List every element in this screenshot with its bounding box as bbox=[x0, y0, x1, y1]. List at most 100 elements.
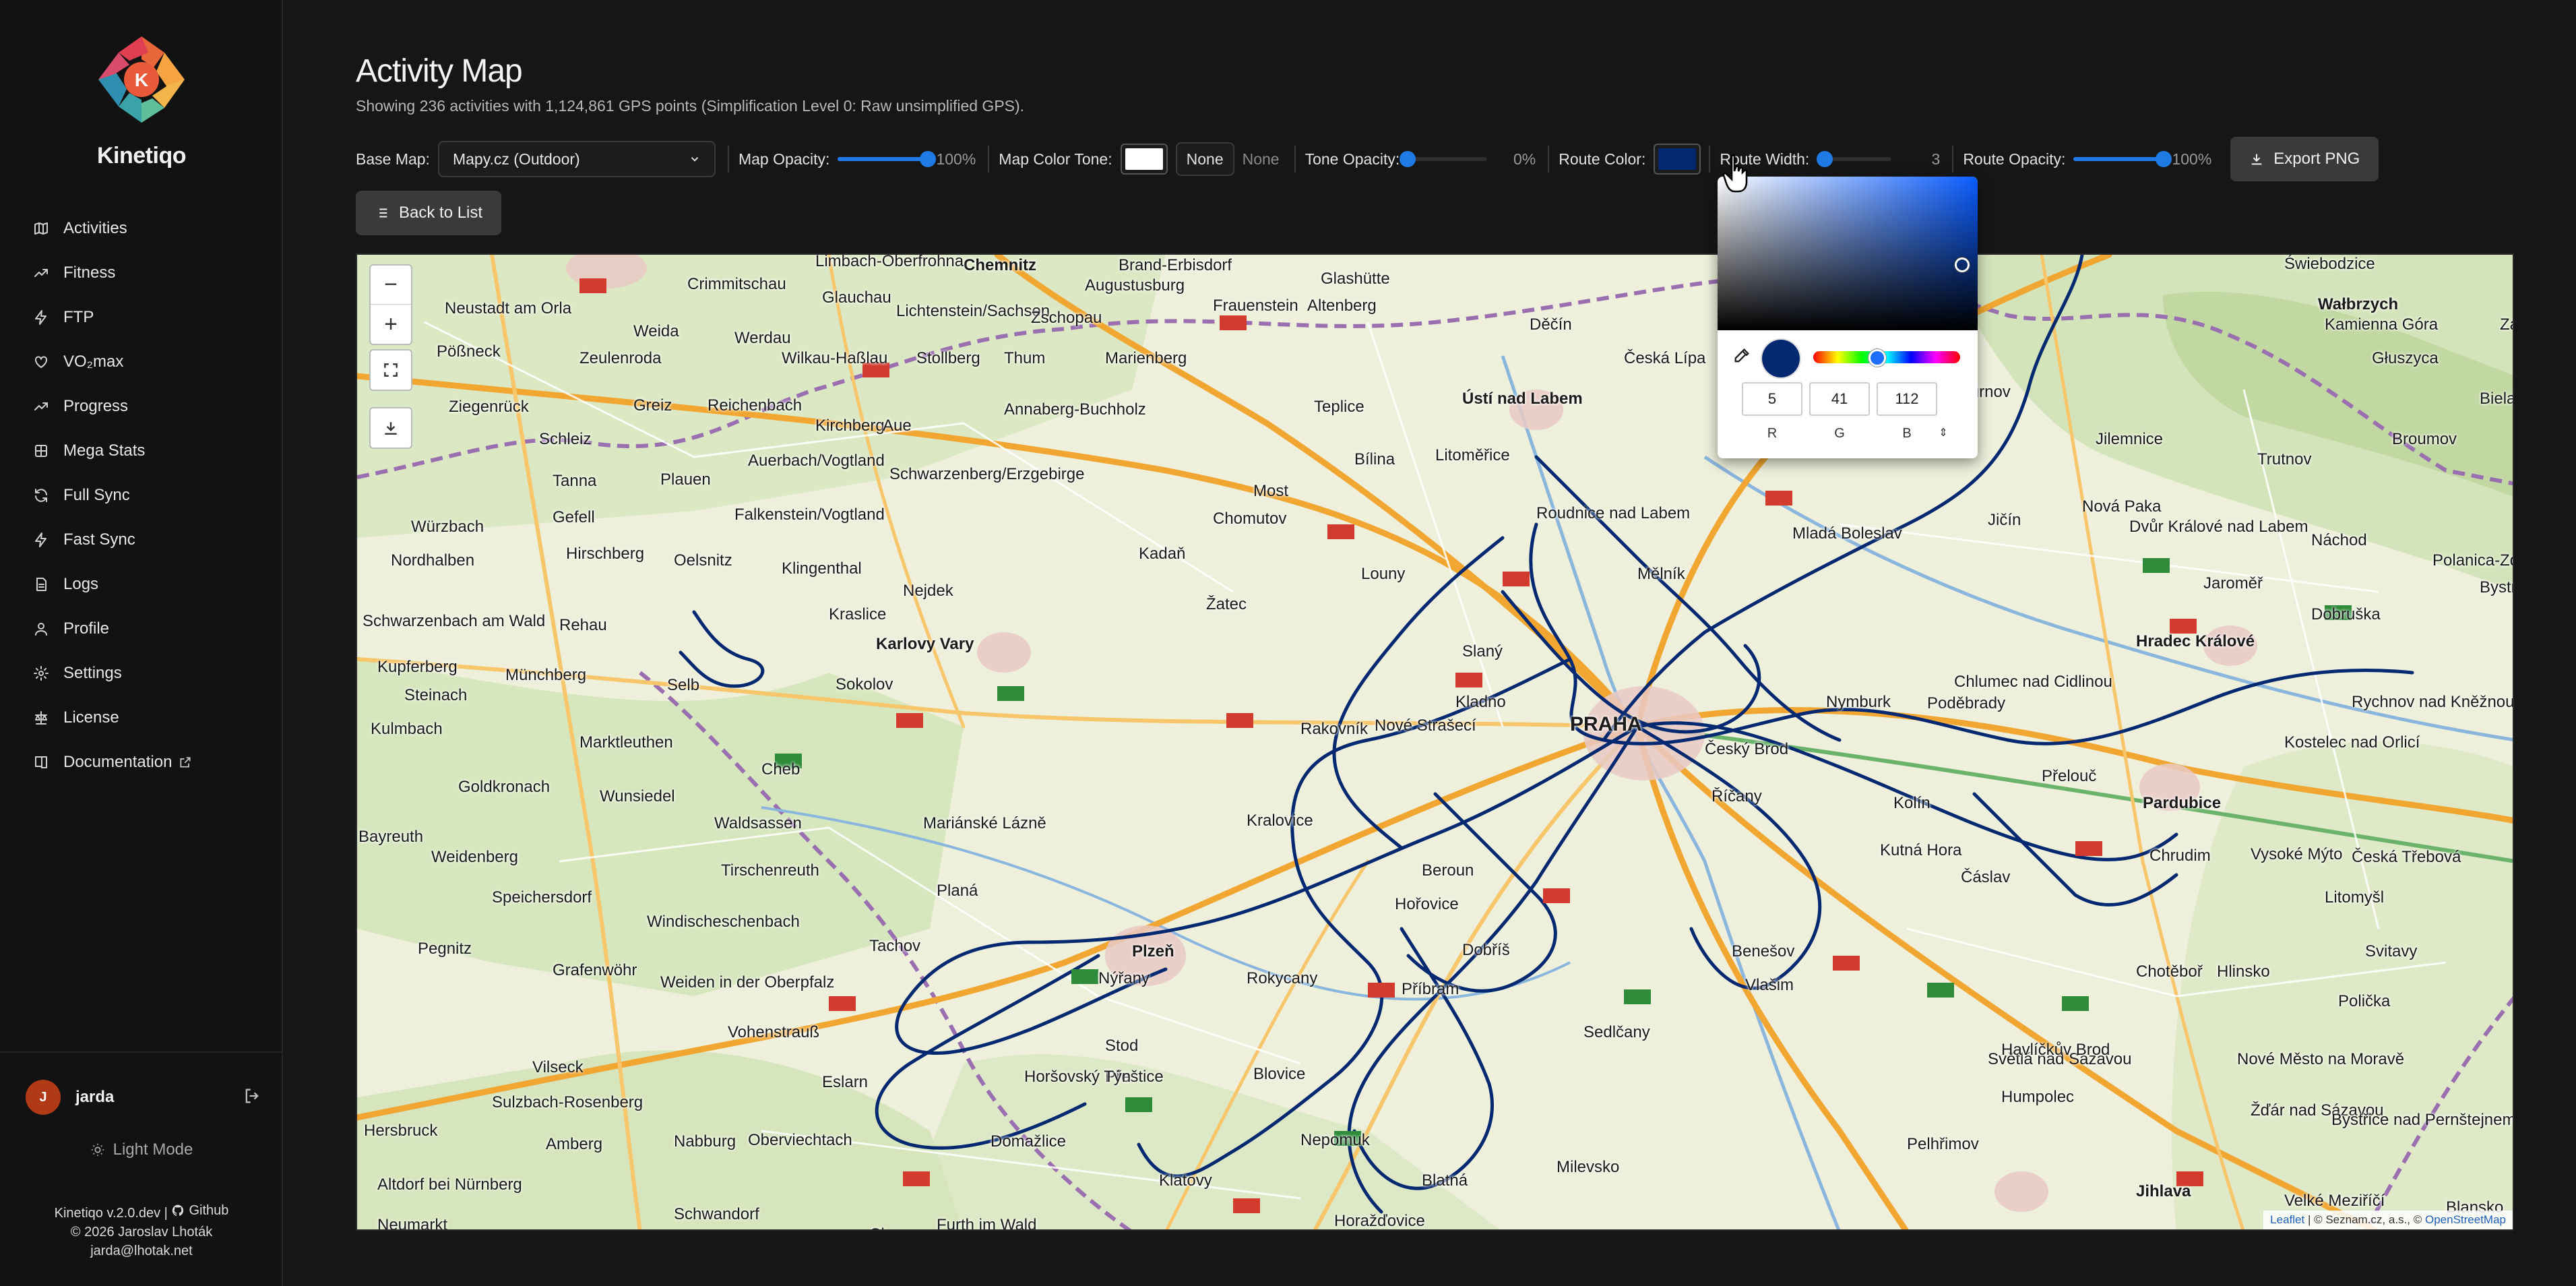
map-place-label: Aue bbox=[883, 417, 912, 435]
sidebar-item-full-sync[interactable]: Full Sync bbox=[0, 473, 283, 518]
route-color-swatch[interactable] bbox=[1654, 144, 1701, 175]
github-icon bbox=[172, 1204, 184, 1216]
back-to-list-button[interactable]: Back to List bbox=[356, 191, 502, 235]
blue-input[interactable]: 112 bbox=[1877, 382, 1937, 416]
light-mode-toggle[interactable]: Light Mode bbox=[0, 1140, 283, 1159]
map-place-label: Most bbox=[1253, 482, 1289, 500]
sidebar-item-fast-sync[interactable]: Fast Sync bbox=[0, 518, 283, 562]
map-place-label: Děčín bbox=[1530, 315, 1572, 334]
sidebar-item-logs[interactable]: Logs bbox=[0, 562, 283, 607]
map-tone-color-swatch[interactable] bbox=[1120, 144, 1168, 175]
map-place-label: Greiz bbox=[633, 396, 672, 415]
map-place-label: Bystřice nad Pernštejnem bbox=[2331, 1111, 2514, 1129]
saturation-area[interactable] bbox=[1718, 177, 1978, 330]
map-place-label: Nýřany bbox=[1098, 969, 1150, 987]
export-png-button[interactable]: Export PNG bbox=[2230, 137, 2379, 181]
map-place-label: Annaberg-Buchholz bbox=[1004, 400, 1146, 419]
sidebar-item-progress[interactable]: Progress bbox=[0, 384, 283, 429]
sidebar-item-label: Full Sync bbox=[63, 486, 130, 504]
map-place-label: Sulzbach-Rosenberg bbox=[492, 1093, 643, 1111]
sidebar-item-documentation[interactable]: Documentation bbox=[0, 740, 283, 785]
sidebar-item-profile[interactable]: Profile bbox=[0, 607, 283, 651]
map-place-label: Plzeň bbox=[1132, 942, 1174, 960]
map-place-label: Rakovník bbox=[1300, 720, 1369, 738]
map-place-label: Chemnitz bbox=[964, 256, 1036, 274]
map-place-label: Windischeschenbach bbox=[647, 913, 800, 931]
zoom-out-button[interactable]: − bbox=[371, 266, 411, 305]
map-place-label: Pößneck bbox=[437, 342, 501, 361]
saturation-handle[interactable] bbox=[1955, 257, 1970, 272]
map-basemap[interactable] bbox=[357, 255, 2514, 1231]
map-place-label: Schwarzenberg/Erzgebirge bbox=[889, 465, 1085, 483]
tone-none-button[interactable]: None bbox=[1175, 142, 1234, 176]
email-link[interactable]: jarda@lhotak.net bbox=[0, 1242, 283, 1260]
map-place-label: Nové Strašecí bbox=[1375, 716, 1476, 735]
map-opacity-slider[interactable] bbox=[838, 149, 937, 169]
map-place-label: Wałbrzych bbox=[2318, 295, 2399, 313]
map-place-label: Ząbkowice bbox=[2500, 315, 2513, 334]
logout-icon[interactable] bbox=[243, 1086, 261, 1109]
base-map-select[interactable]: Mapy.cz (Outdoor) bbox=[437, 141, 716, 177]
bolt-icon bbox=[32, 531, 50, 549]
sidebar-item-label: Documentation bbox=[63, 753, 172, 771]
map-place-label: Münchberg bbox=[505, 666, 587, 684]
sidebar-item-ftp[interactable]: FTP bbox=[0, 295, 283, 340]
activity-map[interactable]: Chemnitz Brand-Erbisdorf Augustusburg Glash… bbox=[356, 253, 2514, 1231]
sidebar-item-settings[interactable]: Settings bbox=[0, 651, 283, 696]
zoom-in-button[interactable]: + bbox=[371, 305, 411, 344]
map-place-label: Zschopau bbox=[1031, 309, 1102, 327]
map-place-label: Neustadt am Orla bbox=[445, 299, 572, 317]
map-place-label: Stollberg bbox=[916, 349, 980, 367]
hue-handle[interactable] bbox=[1868, 349, 1886, 367]
map-place-label: Schleiz bbox=[539, 430, 592, 448]
route-width-slider[interactable] bbox=[1817, 149, 1892, 169]
osm-link[interactable]: OpenStreetMap bbox=[2425, 1213, 2506, 1226]
map-download-button[interactable] bbox=[371, 408, 411, 448]
map-place-label: Horšovský Týn bbox=[1024, 1068, 1131, 1086]
leaflet-link[interactable]: Leaflet bbox=[2270, 1213, 2304, 1226]
fullscreen-button[interactable] bbox=[371, 350, 411, 390]
sidebar-item-license[interactable]: License bbox=[0, 696, 283, 740]
map-place-label: Ziegenrück bbox=[449, 398, 529, 416]
route-opacity-slider[interactable] bbox=[2073, 149, 2172, 169]
tone-opacity-slider[interactable] bbox=[1400, 149, 1488, 169]
eyedropper-icon[interactable] bbox=[1732, 346, 1751, 365]
map-place-label: Polanica-Zdrój bbox=[2432, 551, 2513, 570]
map-place-label: Werdau bbox=[734, 329, 791, 347]
external-link-icon bbox=[179, 756, 192, 769]
map-place-label: Kamienna Góra bbox=[2325, 315, 2439, 334]
red-input[interactable]: 5 bbox=[1742, 382, 1802, 416]
download-icon bbox=[2251, 154, 2262, 165]
map-place-label: Neumarkt bbox=[377, 1216, 448, 1231]
zoom-control: − + bbox=[369, 264, 412, 345]
kinetiqo-logo[interactable]: K bbox=[94, 32, 189, 127]
sidebar-item-activities[interactable]: Activities bbox=[0, 206, 283, 251]
map-place-label: Chotěboř bbox=[2136, 962, 2203, 981]
hue-slider[interactable] bbox=[1813, 351, 1960, 363]
green-input[interactable]: 41 bbox=[1809, 382, 1870, 416]
username: jarda bbox=[75, 1088, 115, 1106]
map-place-label: Kralovice bbox=[1247, 812, 1313, 830]
map-place-label: Tanna bbox=[553, 472, 597, 490]
map-place-label: Steinach bbox=[404, 686, 468, 704]
sidebar-item-label: Mega Stats bbox=[63, 441, 146, 460]
map-place-label: Stod bbox=[1105, 1037, 1139, 1055]
map-place-label: Vlašim bbox=[1745, 976, 1794, 994]
sidebar-divider bbox=[0, 1051, 283, 1053]
sidebar-item-fitness[interactable]: Fitness bbox=[0, 251, 283, 295]
map-place-label: Nabburg bbox=[674, 1132, 736, 1151]
map-place-label: Klatovy bbox=[1159, 1171, 1212, 1190]
map-place-label: Schwandorf bbox=[674, 1205, 759, 1223]
map-place-label: Reichenbach bbox=[708, 396, 803, 415]
sidebar-item-mega-stats[interactable]: Mega Stats bbox=[0, 429, 283, 473]
map-place-label: Amberg bbox=[546, 1135, 603, 1153]
toolbar-divider bbox=[1548, 146, 1550, 173]
map-place-label: Vohenstrauß bbox=[728, 1023, 820, 1041]
color-mode-toggle[interactable]: ⇕ bbox=[1933, 426, 1953, 439]
map-place-label: Dvůr Králové nad Labem bbox=[2129, 518, 2308, 536]
map-place-label: Nordhalben bbox=[391, 551, 475, 570]
github-link[interactable]: Github bbox=[171, 1201, 228, 1220]
avatar[interactable]: J bbox=[26, 1080, 61, 1115]
version-text: Kinetiqo v.2.0.dev | bbox=[54, 1206, 168, 1221]
sidebar-item-vo2max[interactable]: VO₂max bbox=[0, 340, 283, 384]
